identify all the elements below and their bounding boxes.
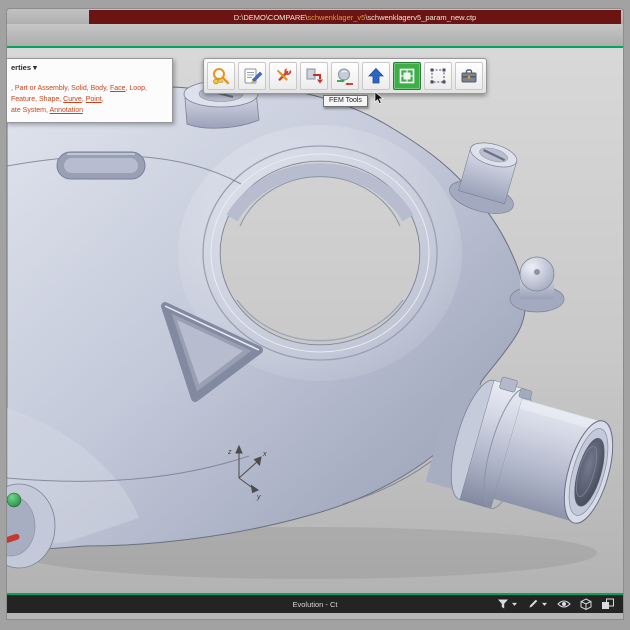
caret-down-icon [542, 602, 547, 606]
viewport-area: z x y erties ▾ , Part or Assembly, Solid… [7, 48, 623, 593]
fem-tools-tooltip: FEM Tools [323, 95, 368, 107]
filter-line-3: ate System, Annotation [11, 105, 167, 116]
export-red-arrow-icon [306, 68, 323, 84]
mouse-cursor-icon [374, 91, 384, 104]
toolbox-case-icon [461, 69, 477, 83]
axis-x-label: x [262, 451, 267, 458]
model-main-cylinder [425, 376, 614, 524]
filter-text: , Loop, [125, 85, 147, 92]
filter-line-1: , Part or Assembly, Solid, Body, Face, L… [11, 83, 167, 94]
menu-strip [7, 24, 623, 46]
toolbox-button[interactable] [455, 62, 483, 90]
probe-pencil-icon [529, 599, 538, 608]
pencil-note-icon [244, 68, 262, 84]
app-window: D:\DEMO\COMPARE\ schwenklager_v5 \schwenkl… [6, 8, 624, 620]
statusbar: Evolution - Ct [7, 595, 623, 613]
fem-mesh-icon [399, 68, 415, 84]
statusbar-label: Evolution - Ct [292, 599, 338, 609]
filter-link-point[interactable]: Point [86, 96, 102, 103]
green-marker-sphere [7, 492, 22, 508]
zoom-key-button[interactable] [207, 62, 235, 90]
statusbar-icons [497, 595, 615, 613]
blue-up-arrow-icon [368, 67, 384, 84]
chevron-down-icon: ▾ [33, 63, 37, 72]
eye-icon [557, 600, 571, 608]
selection-filter-panel: erties ▾ , Part or Assembly, Solid, Body… [7, 58, 173, 123]
compare-sphere-icon [337, 68, 353, 86]
desktop-background: D:\DEMO\COMPARE\ schwenklager_v5 \schwenkl… [0, 0, 630, 630]
axis-z-label: z [227, 449, 232, 456]
template-export-button[interactable] [300, 62, 328, 90]
document-tab[interactable]: D:\DEMO\COMPARE\ schwenklager_v5 \schwenkl… [89, 10, 621, 24]
annotate-button[interactable] [238, 62, 266, 90]
document-path-suffix: \schwenklagerv5_param_new.ctp [365, 12, 477, 22]
filter-link-face[interactable]: Face [110, 85, 126, 92]
3d-viewport[interactable]: z x y [7, 48, 623, 593]
titlebar: D:\DEMO\COMPARE\ schwenklager_v5 \schwenkl… [7, 9, 623, 24]
repair-tools-button[interactable] [269, 62, 297, 90]
filter-button[interactable] [497, 598, 518, 610]
window-bottom-edge [7, 613, 623, 619]
filter-text: , Part or Assembly, Solid, Body, [11, 85, 110, 92]
filter-text: ate System, [11, 107, 50, 115]
compare-solids-button[interactable] [331, 62, 359, 90]
magnifier-key-icon [213, 68, 230, 85]
filter-text: Feature, Shape, [11, 96, 64, 104]
visibility-button[interactable] [557, 599, 571, 609]
selection-handles-icon [430, 68, 446, 84]
cube-stack-icon [602, 598, 614, 609]
view-cube-button[interactable] [580, 597, 592, 611]
publish-button[interactable] [362, 62, 390, 90]
filter-text: , [101, 96, 104, 104]
fem-tools-button[interactable] [393, 62, 421, 90]
filter-funnel-icon [498, 599, 508, 609]
probe-button[interactable] [527, 598, 548, 610]
panel-header[interactable]: erties ▾ [11, 62, 167, 74]
panel-header-label: erties [11, 63, 32, 72]
filter-link-curve[interactable]: Curve [63, 96, 82, 103]
caret-down-icon [512, 602, 517, 606]
wrench-screwdriver-icon [277, 68, 292, 81]
document-path-prefix: D:\DEMO\COMPARE\ [233, 12, 308, 22]
document-path-highlight: schwenklager_v5 [307, 12, 366, 22]
export-stack-button[interactable] [601, 598, 615, 610]
filter-link-annotation[interactable]: Annotation [50, 107, 83, 114]
view-cube-icon [580, 597, 592, 610]
filter-line-2: Feature, Shape, Curve, Point, [11, 94, 167, 105]
axis-y-label: y [256, 494, 261, 501]
floating-toolbar [203, 58, 487, 94]
model-slot-pocket [56, 151, 146, 180]
transform-select-button[interactable] [424, 62, 452, 90]
